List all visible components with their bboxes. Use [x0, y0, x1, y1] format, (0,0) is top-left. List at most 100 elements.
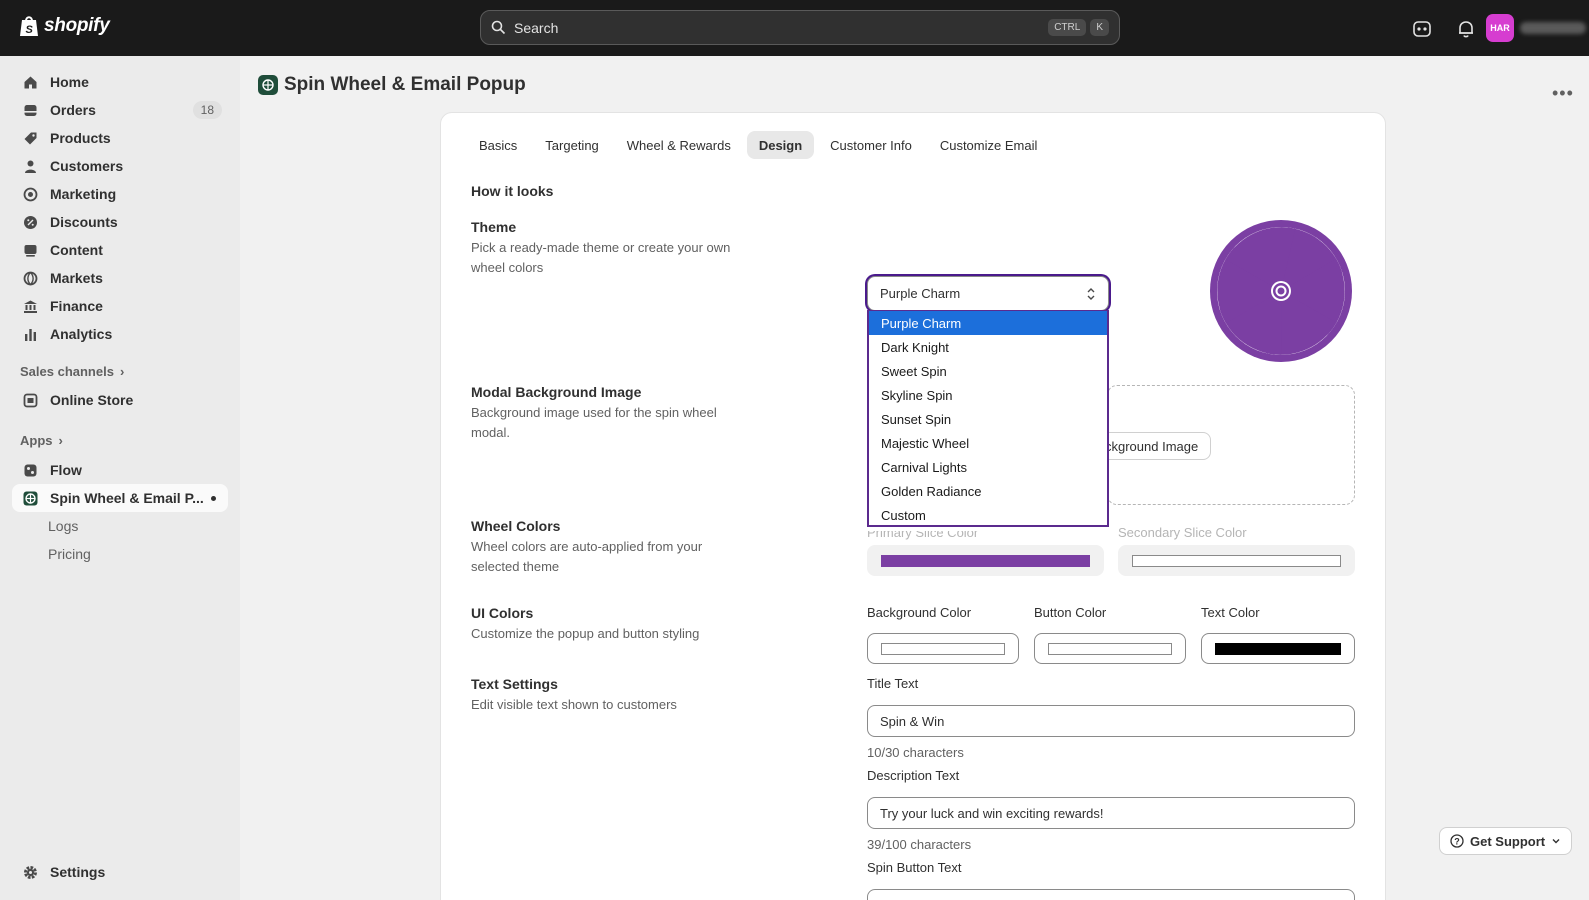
sidebar-item-online-store[interactable]: Online Store: [12, 386, 228, 414]
tab-customize-email[interactable]: Customize Email: [928, 131, 1050, 159]
theme-option-carnival-lights[interactable]: Carnival Lights: [869, 455, 1107, 479]
bell-icon[interactable]: [1455, 18, 1477, 40]
spin-button-text-label: Spin Button Text: [867, 860, 962, 875]
theme-option-sweet-spin[interactable]: Sweet Spin: [869, 359, 1107, 383]
sidebar-item-label: Markets: [50, 270, 103, 286]
theme-option-purple-charm[interactable]: Purple Charm: [869, 311, 1107, 335]
search-bar[interactable]: Search CTRL K: [480, 10, 1120, 45]
bar-chart-icon: [22, 326, 38, 342]
sidebar-item-finance[interactable]: Finance: [12, 292, 228, 320]
modal-bg-desc: Background image used for the spin wheel…: [471, 405, 717, 440]
sidebar-item-markets[interactable]: Markets: [12, 264, 228, 292]
top-bar: S shopify Search CTRL K HAR: [0, 0, 1589, 56]
secondary-slice-color-field[interactable]: [1118, 545, 1355, 576]
bg-color-field[interactable]: [867, 633, 1019, 664]
tab-targeting[interactable]: Targeting: [533, 131, 610, 159]
text-color-field[interactable]: [1201, 633, 1355, 664]
gear-icon: [22, 864, 38, 880]
apps-header[interactable]: Apps ›: [20, 433, 63, 448]
orders-count-badge: 18: [192, 101, 222, 119]
theme-option-skyline-spin[interactable]: Skyline Spin: [869, 383, 1107, 407]
sidebar-item-customers[interactable]: Customers: [12, 152, 228, 180]
sidebar-item-discounts[interactable]: Discounts: [12, 208, 228, 236]
tab-customer-info[interactable]: Customer Info: [818, 131, 924, 159]
sidebar-item-label: Products: [50, 130, 111, 146]
sidebar-item-logs[interactable]: Logs: [12, 512, 228, 540]
sales-channels-label: Sales channels: [20, 364, 114, 379]
sidebar-item-spin-wheel-app[interactable]: Spin Wheel & Email P...: [12, 484, 228, 512]
theme-option-golden-radiance[interactable]: Golden Radiance: [869, 479, 1107, 503]
shopify-logo[interactable]: S shopify: [18, 14, 110, 38]
theme-option-dark-knight[interactable]: Dark Knight: [869, 335, 1107, 359]
globe-icon: [22, 270, 38, 286]
sidebar-item-label: Content: [50, 242, 103, 258]
ui-colors-desc: Customize the popup and button styling: [471, 626, 700, 641]
sidebar-item-orders[interactable]: Orders 18: [12, 96, 228, 124]
sidebar-item-label: Settings: [50, 864, 106, 880]
sales-channels-header[interactable]: Sales channels ›: [20, 364, 124, 379]
text-settings-desc: Edit visible text shown to customers: [471, 697, 677, 712]
sidebar-item-label: Pricing: [48, 546, 91, 562]
theme-option-majestic-wheel[interactable]: Majestic Wheel: [869, 431, 1107, 455]
description-text-input[interactable]: Try your luck and win exciting rewards!: [867, 797, 1355, 829]
theme-options-list: Purple Charm Dark Knight Sweet Spin Skyl…: [867, 310, 1109, 527]
get-support-label: Get Support: [1470, 833, 1546, 849]
theme-select-value: Purple Charm: [880, 286, 961, 301]
store-alert-icon[interactable]: [1411, 18, 1433, 40]
sidebar-item-home[interactable]: Home: [12, 68, 228, 96]
button-color-field[interactable]: [1034, 633, 1186, 664]
sidebar-item-pricing[interactable]: Pricing: [12, 540, 228, 568]
sidebar-item-analytics[interactable]: Analytics: [12, 320, 228, 348]
title-text-value: Spin & Win: [880, 713, 945, 729]
account-name-redacted[interactable]: [1520, 22, 1586, 34]
tab-wheel-rewards[interactable]: Wheel & Rewards: [615, 131, 743, 159]
sidebar-item-label: Finance: [50, 298, 103, 314]
primary-slice-color-field[interactable]: [867, 545, 1104, 576]
sidebar-item-settings[interactable]: Settings: [12, 858, 228, 886]
sidebar-item-label: Online Store: [50, 392, 134, 408]
avatar[interactable]: HAR: [1486, 14, 1514, 42]
theme-option-custom[interactable]: Custom: [869, 503, 1107, 525]
sidebar-item-flow[interactable]: Flow: [12, 456, 228, 484]
app-wheel-icon: [22, 490, 38, 506]
ui-colors-title: UI Colors: [471, 605, 534, 621]
sidebar-item-label: Spin Wheel & Email P...: [50, 490, 204, 506]
wheel-colors-title: Wheel Colors: [471, 518, 561, 534]
sidebar-item-label: Flow: [50, 462, 82, 478]
sidebar-item-marketing[interactable]: Marketing: [12, 180, 228, 208]
sidebar-item-products[interactable]: Products: [12, 124, 228, 152]
help-circle-icon: ?: [1450, 834, 1464, 848]
secondary-slice-label: Secondary Slice Color: [1118, 525, 1247, 540]
upload-background-button[interactable]: ckground Image: [1100, 432, 1212, 460]
sidebar-item-label: Analytics: [50, 326, 113, 342]
theme-select[interactable]: Purple Charm: [867, 276, 1109, 311]
button-color-swatch: [1048, 643, 1172, 655]
tag-icon: [22, 130, 38, 146]
more-actions-icon[interactable]: •••: [1552, 83, 1574, 104]
sidebar-item-content[interactable]: Content: [12, 236, 228, 264]
theme-title: Theme: [471, 219, 517, 235]
primary-slice-swatch: [881, 555, 1090, 567]
text-color-swatch: [1215, 643, 1341, 655]
sidebar-item-label: Customers: [50, 158, 124, 174]
button-color-label: Button Color: [1034, 605, 1107, 620]
description-char-count: 39/100 characters: [867, 837, 972, 852]
title-text-input[interactable]: Spin & Win: [867, 705, 1355, 737]
spin-button-text-input[interactable]: [867, 889, 1355, 900]
sidebar-item-label: Logs: [48, 518, 79, 534]
text-color-label: Text Color: [1201, 605, 1260, 620]
discount-icon: [22, 214, 38, 230]
home-icon: [22, 74, 38, 90]
tab-basics[interactable]: Basics: [467, 131, 529, 159]
theme-desc: Pick a ready-made theme or create your o…: [471, 240, 731, 275]
brand-name: shopify: [44, 15, 110, 36]
tab-design[interactable]: Design: [746, 131, 815, 159]
description-text-label: Description Text: [867, 768, 960, 783]
chevron-right-icon: ›: [58, 433, 63, 448]
theme-option-sunset-spin[interactable]: Sunset Spin: [869, 407, 1107, 431]
apps-label: Apps: [20, 433, 53, 448]
get-support-button[interactable]: ? Get Support: [1439, 827, 1573, 855]
search-placeholder: Search: [514, 19, 559, 36]
sidebar-item-label: Home: [50, 74, 89, 90]
search-icon: [491, 20, 506, 35]
